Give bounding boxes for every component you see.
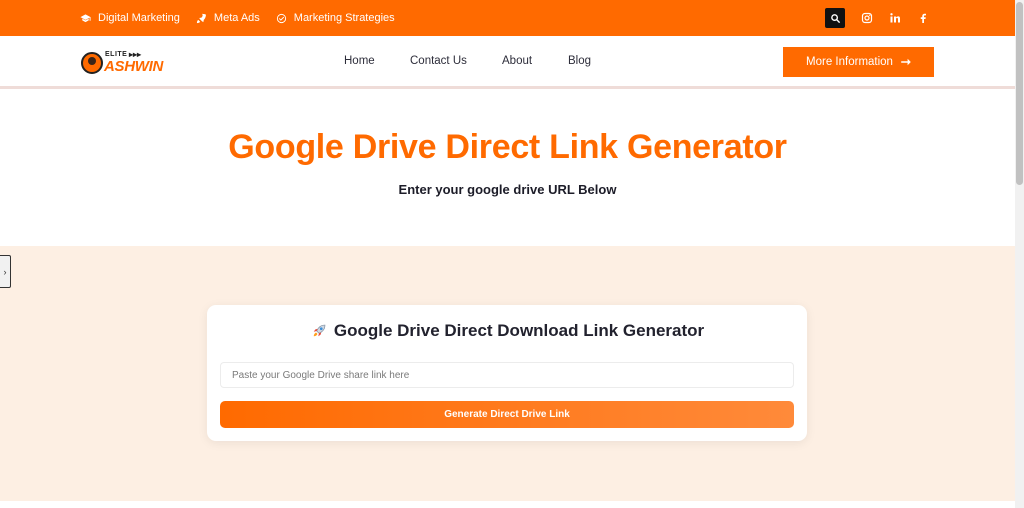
top-link-label: Digital Marketing bbox=[98, 12, 180, 24]
generate-link-button[interactable]: Generate Direct Drive Link bbox=[220, 401, 794, 428]
more-information-button[interactable]: More Information bbox=[783, 47, 934, 77]
page-subtitle: Enter your google drive URL Below bbox=[398, 182, 617, 197]
instagram-link[interactable] bbox=[861, 8, 873, 28]
more-information-label: More Information bbox=[806, 56, 893, 68]
main-nav: ELITE ▸▸▸ ASHWIN Home Contact Us About B… bbox=[0, 36, 1015, 89]
chevron-right-icon: › bbox=[3, 266, 7, 277]
nav-item-blog[interactable]: Blog bbox=[568, 55, 591, 67]
graduation-cap-icon bbox=[80, 13, 91, 22]
top-link-label: Meta Ads bbox=[213, 12, 260, 24]
rocket-icon bbox=[196, 13, 207, 23]
search-button[interactable] bbox=[825, 8, 845, 28]
instagram-icon bbox=[861, 12, 873, 24]
page-title: Google Drive Direct Link Generator bbox=[228, 128, 787, 166]
scrollbar-thumb[interactable] bbox=[1016, 2, 1023, 185]
hero-section: Google Drive Direct Link Generator Enter… bbox=[0, 89, 1015, 246]
page: Digital Marketing Meta Ads Marketing Str… bbox=[0, 0, 1024, 508]
site-logo[interactable]: ELITE ▸▸▸ ASHWIN bbox=[81, 50, 163, 76]
tool-section: Google Drive Direct Download Link Genera… bbox=[0, 246, 1015, 501]
top-bar: Digital Marketing Meta Ads Marketing Str… bbox=[0, 0, 1015, 36]
facebook-link[interactable] bbox=[917, 8, 929, 28]
drive-url-input[interactable] bbox=[220, 362, 794, 388]
generator-card: Google Drive Direct Download Link Genera… bbox=[207, 305, 807, 441]
linkedin-link[interactable] bbox=[889, 8, 901, 28]
logo-name: ASHWIN bbox=[104, 58, 164, 75]
linkedin-icon bbox=[890, 13, 900, 23]
arrow-right-icon bbox=[901, 58, 911, 66]
search-icon bbox=[830, 13, 840, 23]
nav-item-about[interactable]: About bbox=[502, 55, 532, 67]
logo-top-text: ELITE bbox=[105, 51, 128, 58]
top-link-meta-ads[interactable]: Meta Ads bbox=[196, 12, 260, 24]
generator-title: Google Drive Direct Download Link Genera… bbox=[207, 321, 807, 341]
page-scrollbar[interactable] bbox=[1015, 0, 1024, 508]
top-link-marketing-strategies[interactable]: Marketing Strategies bbox=[276, 12, 395, 24]
nav-item-home[interactable]: Home bbox=[344, 55, 375, 67]
top-links: Digital Marketing Meta Ads Marketing Str… bbox=[80, 0, 395, 36]
next-section bbox=[0, 501, 1015, 508]
top-actions bbox=[825, 8, 929, 28]
nav-item-contact-us[interactable]: Contact Us bbox=[410, 55, 467, 67]
top-link-digital-marketing[interactable]: Digital Marketing bbox=[80, 12, 180, 24]
check-circle-icon bbox=[276, 13, 286, 23]
side-panel-toggle[interactable]: › bbox=[0, 255, 11, 288]
top-link-label: Marketing Strategies bbox=[293, 12, 395, 24]
facebook-icon bbox=[920, 13, 926, 23]
logo-avatar bbox=[81, 52, 103, 74]
generator-title-text: Google Drive Direct Download Link Genera… bbox=[333, 321, 705, 340]
rocket-emoji-icon bbox=[313, 324, 326, 337]
